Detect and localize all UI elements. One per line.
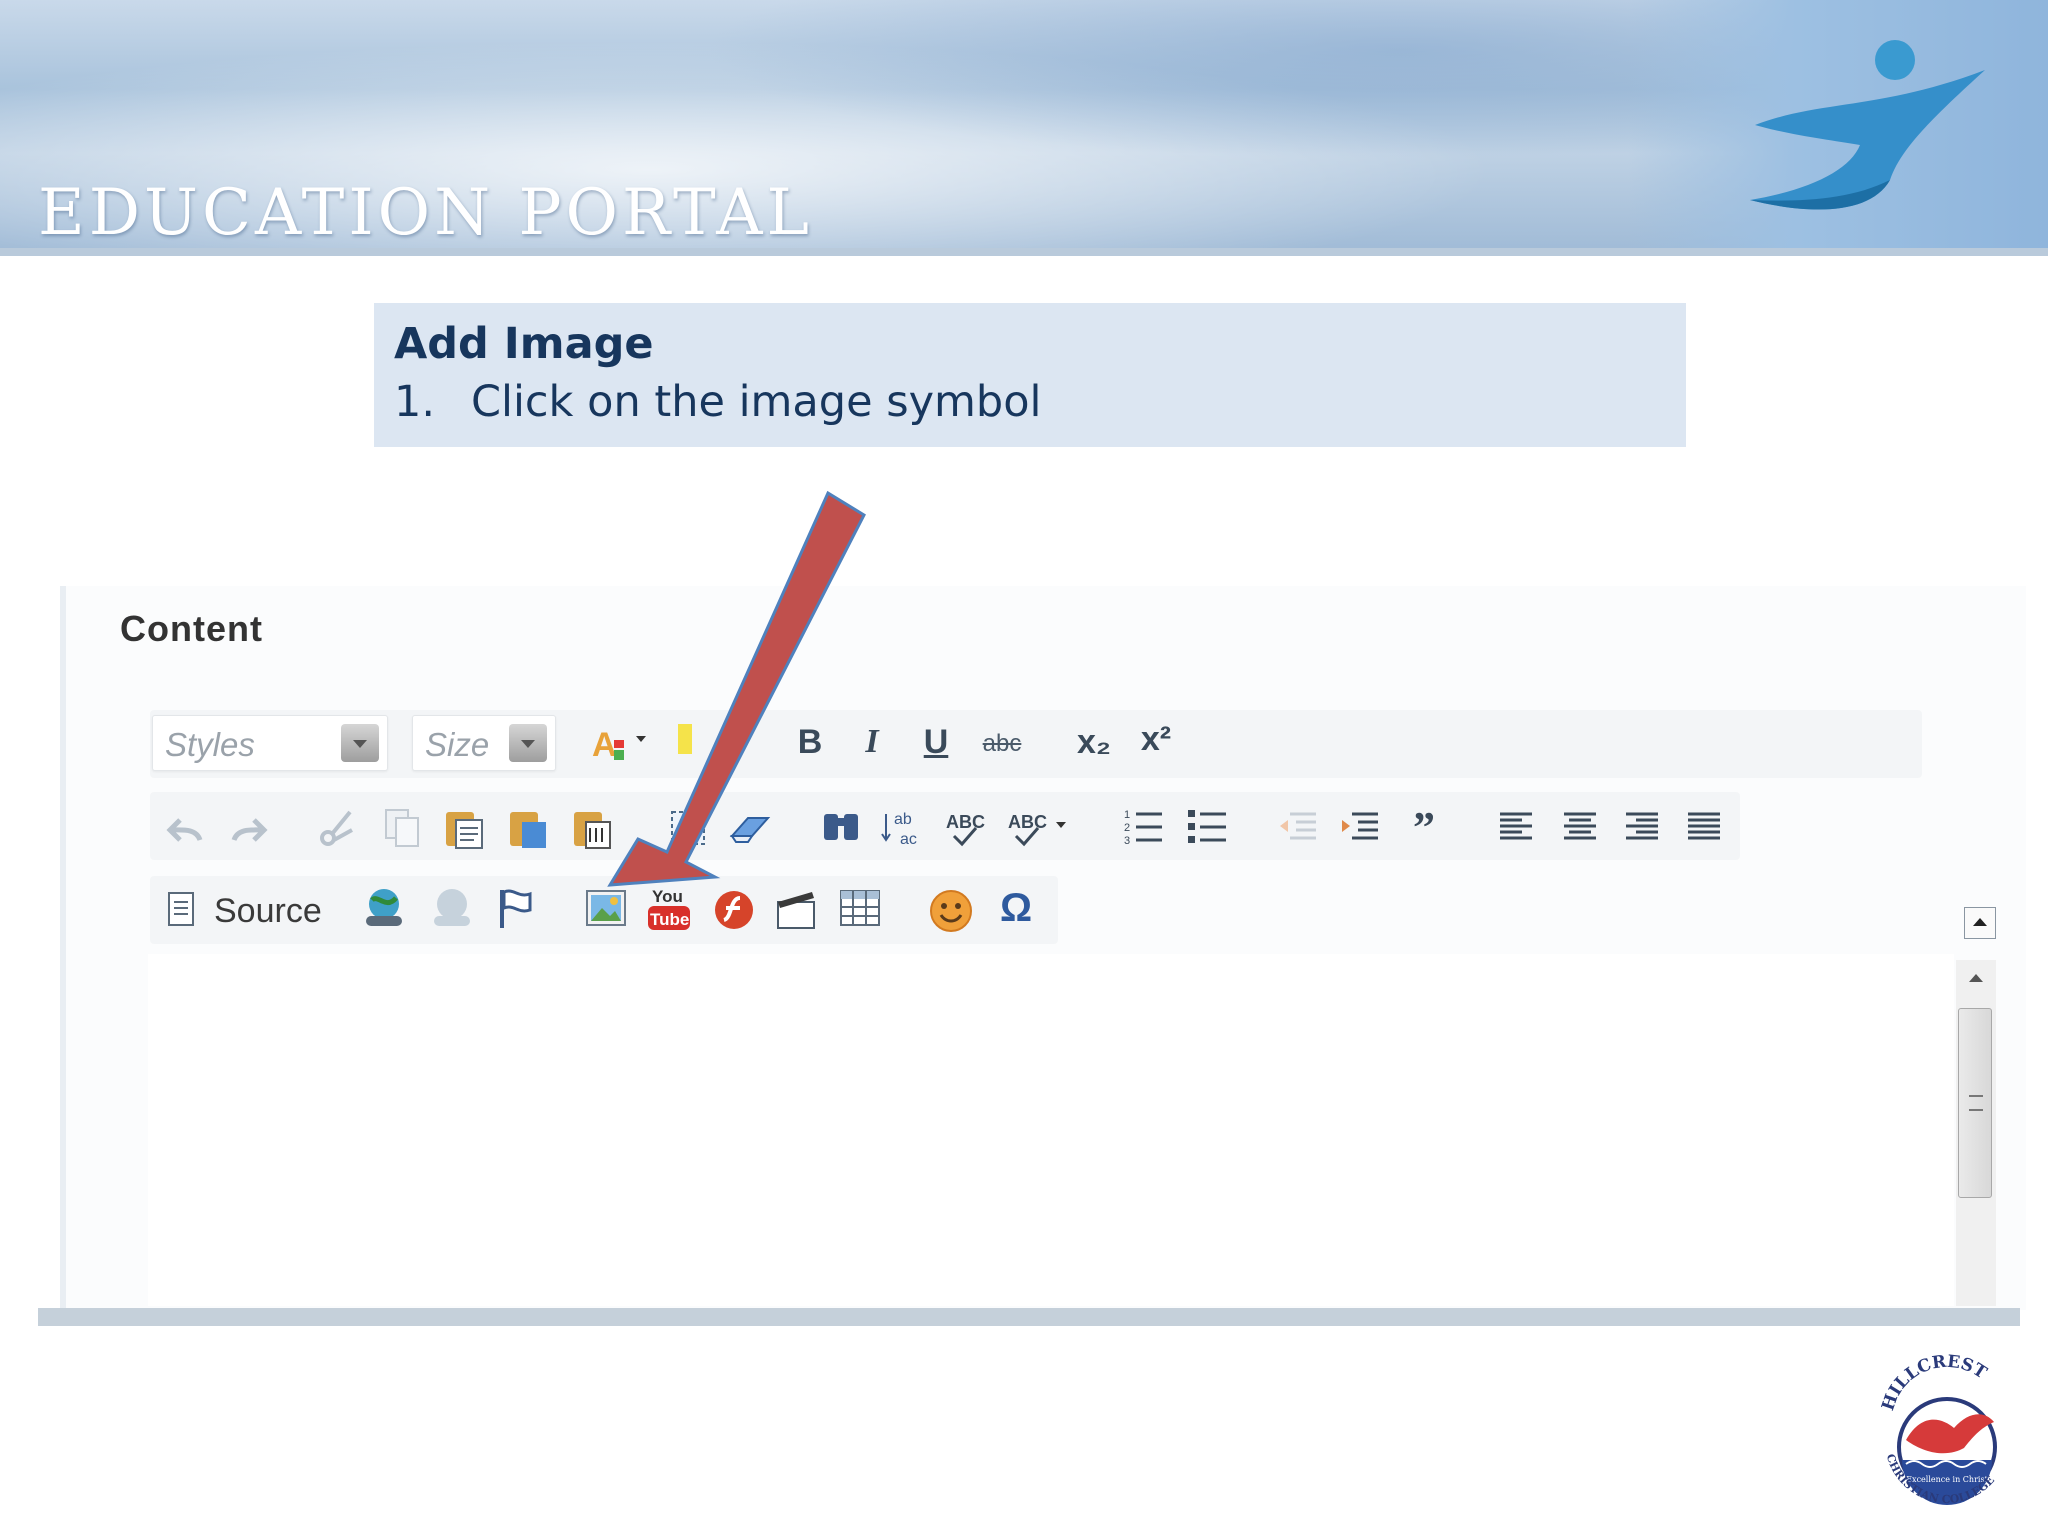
redo-icon[interactable]: [228, 810, 268, 850]
numbered-list-icon[interactable]: 1 2 3: [1122, 804, 1166, 848]
paste-word-icon[interactable]: [570, 806, 616, 852]
source-button[interactable]: Source: [214, 892, 322, 931]
unlink-icon[interactable]: [428, 886, 476, 932]
spellcheck-as-you-type-icon[interactable]: ABC: [1004, 804, 1070, 852]
italic-button[interactable]: I: [850, 725, 894, 759]
align-left-icon[interactable]: [1496, 806, 1536, 846]
editor-bottom-bar: [38, 1308, 2020, 1326]
cut-icon[interactable]: [316, 806, 360, 850]
paste-icon[interactable]: [442, 806, 488, 852]
text-color-icon[interactable]: A: [590, 722, 654, 766]
subscript-button[interactable]: x₂: [1068, 725, 1120, 759]
school-crest-logo: HILLCREST Excellence in Christ CHRISTIAN…: [1878, 1352, 1997, 1506]
background-color-icon[interactable]: [674, 718, 744, 762]
find-icon[interactable]: [820, 804, 864, 848]
svg-text:ac: ac: [900, 831, 917, 848]
flash-icon[interactable]: [712, 888, 756, 932]
instruction-box: Add Image 1. Click on the image symbol: [374, 303, 1686, 447]
link-icon[interactable]: [360, 886, 408, 932]
svg-text:3: 3: [1124, 835, 1130, 847]
content-label: Content: [120, 608, 263, 649]
scroll-grip-icon: [1969, 1095, 1983, 1111]
video-clapper-icon[interactable]: [774, 886, 818, 932]
styles-placeholder: Styles: [165, 726, 255, 763]
youtube-you-text: You: [652, 887, 683, 906]
undo-icon[interactable]: [166, 810, 206, 850]
svg-text:A: A: [592, 726, 617, 764]
step-text: Click on the image symbol: [471, 377, 1042, 427]
crest-motto: Excellence in Christ: [1906, 1475, 1988, 1484]
outdent-icon[interactable]: [1276, 806, 1320, 846]
bulleted-list-icon[interactable]: [1186, 804, 1230, 848]
editor-text-area[interactable]: [148, 954, 1954, 1306]
smiley-icon[interactable]: [928, 888, 974, 934]
youtube-icon[interactable]: You Tube: [646, 884, 692, 934]
styles-dropdown[interactable]: Styles: [152, 715, 388, 771]
anchor-flag-icon[interactable]: [496, 886, 536, 932]
bold-button[interactable]: B: [788, 725, 832, 759]
superscript-button[interactable]: x²: [1130, 722, 1182, 756]
paste-text-icon[interactable]: [506, 806, 552, 852]
size-placeholder: Size: [425, 726, 490, 763]
spellcheck-icon[interactable]: ABC: [942, 804, 990, 852]
toolbar-collapse-button[interactable]: [1964, 907, 1996, 939]
svg-text:ABC: ABC: [1008, 812, 1047, 832]
special-character-icon[interactable]: Ω: [994, 888, 1038, 928]
svg-text:2: 2: [1124, 822, 1130, 834]
align-center-icon[interactable]: [1560, 806, 1600, 846]
select-all-icon[interactable]: [668, 808, 708, 848]
indent-icon[interactable]: [1338, 806, 1382, 846]
step-number: 1.: [394, 377, 436, 427]
justify-icon[interactable]: [1684, 806, 1724, 846]
size-dropdown[interactable]: Size: [412, 715, 556, 771]
portal-figure-logo: [1750, 40, 1985, 210]
svg-text:ab: ab: [894, 811, 912, 828]
replace-icon[interactable]: ab ac: [880, 804, 928, 852]
svg-text:ABC: ABC: [946, 812, 985, 832]
scroll-up-arrow-icon[interactable]: [1969, 974, 1983, 982]
underline-button[interactable]: U: [914, 725, 958, 759]
header-banner: Education Portal: [0, 0, 2048, 256]
youtube-tube-text: Tube: [650, 910, 689, 929]
align-right-icon[interactable]: [1622, 806, 1662, 846]
chevron-down-icon[interactable]: [509, 724, 547, 762]
remove-format-icon[interactable]: [728, 812, 772, 846]
table-icon[interactable]: [838, 888, 882, 930]
source-icon[interactable]: [166, 890, 198, 930]
blockquote-icon[interactable]: ”: [1402, 806, 1446, 850]
scrollbar-thumb[interactable]: [1958, 1008, 1992, 1198]
image-icon[interactable]: [584, 888, 628, 930]
instruction-title: Add Image: [394, 319, 654, 369]
banner-title: Education Portal: [38, 176, 813, 250]
instruction-step: 1. Click on the image symbol: [394, 377, 1042, 427]
copy-icon[interactable]: [380, 806, 424, 850]
strikethrough-button[interactable]: abc: [976, 732, 1028, 756]
svg-text:1: 1: [1124, 809, 1130, 821]
chevron-down-icon[interactable]: [341, 724, 379, 762]
vertical-scrollbar[interactable]: [1956, 960, 1996, 1306]
